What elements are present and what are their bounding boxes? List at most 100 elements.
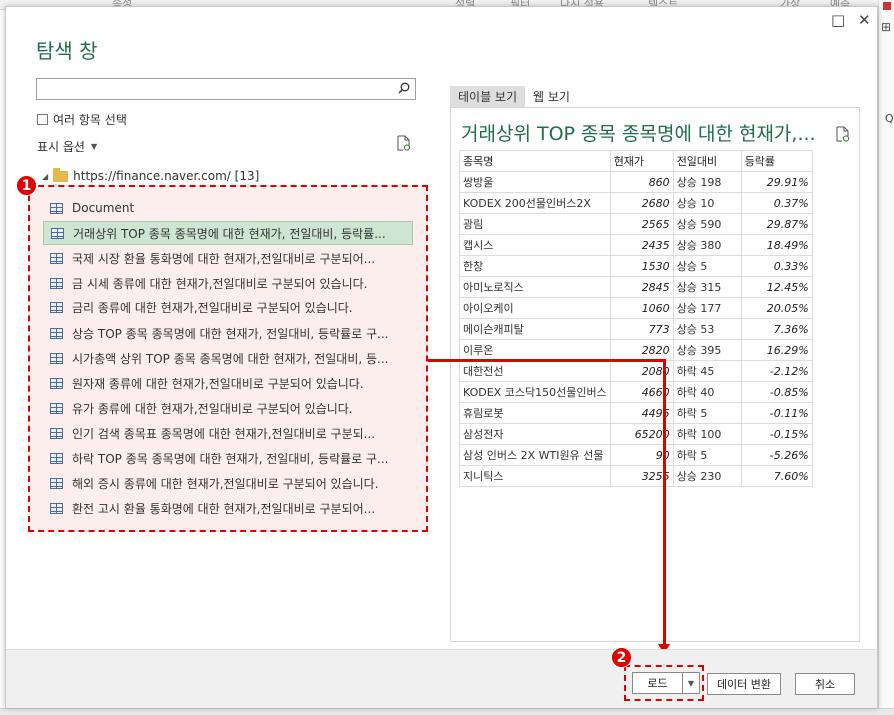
table-row: 쌍방울 860 상승 198 29.91% <box>459 171 813 193</box>
table-cell: 7.36% <box>740 318 813 340</box>
table-cell: 상승 230 <box>672 465 742 487</box>
table-cell: 29.91% <box>740 171 813 193</box>
excel-right-edge: ⊞ Q <box>878 0 894 715</box>
table-cell: 860 <box>609 171 674 193</box>
tab-table-view[interactable]: 테이블 보기 <box>450 86 526 107</box>
cancel-button[interactable]: 취소 <box>795 673 855 695</box>
maximize-button[interactable]: □ <box>831 11 845 29</box>
close-button[interactable]: ✕ <box>858 11 871 29</box>
table-cell: 하락 5 <box>672 402 742 424</box>
display-options-dropdown[interactable]: 표시 옵션 ▼ <box>37 138 97 155</box>
table-cell: 대한전선 <box>459 360 611 382</box>
table-cell: 2845 <box>609 276 674 298</box>
column-header: 현재가 <box>609 150 674 172</box>
table-cell: 2565 <box>609 213 674 235</box>
table-header-row: 종목명 현재가 전일대비 등락률 <box>459 150 813 172</box>
table-row: 이루온 2820 상승 395 16.29% <box>459 339 813 361</box>
excel-grid-icon: ⊞ <box>881 20 892 34</box>
annotation-badge-2: 2 <box>611 647 632 668</box>
tree-item-selected[interactable]: 거래상위 TOP 종목 종목명에 대한 현재가, 전일대비, 등락률... <box>43 221 413 245</box>
table-row: 대한전선 2080 하락 45 -2.12% <box>459 360 813 382</box>
load-button[interactable]: 로드 ▼ <box>632 672 700 694</box>
search-input[interactable] <box>36 78 416 100</box>
chevron-down-icon[interactable]: ▼ <box>682 673 699 693</box>
tree-root-node[interactable]: ◢ https://finance.naver.com/ [13] <box>42 167 259 183</box>
table-cell: 29.87% <box>740 213 813 235</box>
table-row: 메이슨캐피탈 773 상승 53 7.36% <box>459 318 813 340</box>
table-icon <box>50 377 63 389</box>
tree-item-label: 국제 시장 환율 통화명에 대한 현재가,전일대비로 구분되어... <box>72 251 376 266</box>
table-row: 한창 1530 상승 5 0.33% <box>459 255 813 277</box>
table-cell: 삼성전자 <box>459 423 611 445</box>
table-cell: 광림 <box>459 213 611 235</box>
tree-item-list: Document 거래상위 TOP 종목 종목명에 대한 현재가, 전일대비, … <box>28 185 428 532</box>
table-cell: -5.26% <box>740 444 813 466</box>
tree-item-label: 금 시세 종류에 대한 현재가,전일대비로 구분되어 있습니다. <box>72 276 368 291</box>
table-cell: 아이오케이 <box>459 297 611 319</box>
tree-item-label: 해외 증시 종류에 대한 현재가,전일대비로 구분되어 있습니다. <box>72 476 379 491</box>
table-cell: 지니틱스 <box>459 465 611 487</box>
tree-item[interactable]: Document <box>43 196 413 220</box>
table-cell: -2.12% <box>740 360 813 382</box>
table-cell: 0.37% <box>740 192 813 214</box>
folder-icon <box>53 167 69 182</box>
tree-item[interactable]: 국제 시장 환율 통화명에 대한 현재가,전일대비로 구분되어... <box>43 246 413 270</box>
table-row: 광림 2565 상승 590 29.87% <box>459 213 813 235</box>
excel-cell-fragment: Q <box>885 112 894 125</box>
checkbox-icon[interactable] <box>37 114 48 125</box>
table-cell: 상승 53 <box>672 318 742 340</box>
search-icon[interactable] <box>398 82 410 94</box>
display-options-label: 표시 옵션 <box>37 140 85 154</box>
refresh-icon[interactable] <box>835 126 850 142</box>
table-cell: 아미노로직스 <box>459 276 611 298</box>
table-cell: 한창 <box>459 255 611 277</box>
table-row: 지니틱스 3255 상승 230 7.60% <box>459 465 813 487</box>
refresh-icon[interactable] <box>396 135 411 151</box>
table-cell: 상승 198 <box>672 171 742 193</box>
table-icon <box>50 477 63 489</box>
tree-item-label: 거래상위 TOP 종목 종목명에 대한 현재가, 전일대비, 등락률... <box>73 226 386 241</box>
tree-item-label: Document <box>72 201 135 215</box>
table-cell: 1530 <box>609 255 674 277</box>
tree-item[interactable]: 유가 종류에 대한 현재가,전일대비로 구분되어 있습니다. <box>43 396 413 420</box>
column-header: 등락률 <box>740 150 813 172</box>
tree-item[interactable]: 상승 TOP 종목 종목명에 대한 현재가, 전일대비, 등락률로 구... <box>43 321 413 345</box>
column-header: 전일대비 <box>672 150 742 172</box>
load-button-label[interactable]: 로드 <box>633 673 682 693</box>
table-cell: 16.29% <box>740 339 813 361</box>
tab-web-view[interactable]: 웹 보기 <box>525 86 578 107</box>
table-cell: 상승 380 <box>672 234 742 256</box>
table-icon <box>50 502 63 514</box>
table-cell: -0.11% <box>740 402 813 424</box>
preview-title: 거래상위 TOP 종목 종목명에 대한 현재가,... <box>461 123 816 145</box>
table-cell: -0.15% <box>740 423 813 445</box>
table-cell: 7.60% <box>740 465 813 487</box>
transform-data-button[interactable]: 데이터 변환 <box>707 673 781 695</box>
table-cell: KODEX 200선물인버스2X <box>459 192 611 214</box>
multi-select-checkbox[interactable]: 여러 항목 선택 <box>37 111 127 128</box>
tree-item[interactable]: 시가총액 상위 TOP 종목 종목명에 대한 현재가, 전일대비, 등... <box>43 346 413 370</box>
table-row: 휴림로봇 4495 하락 5 -0.11% <box>459 402 813 424</box>
tree-item[interactable]: 해외 증시 종류에 대한 현재가,전일대비로 구분되어 있습니다. <box>43 471 413 495</box>
tree-item[interactable]: 하락 TOP 종목 종목명에 대한 현재가, 전일대비, 등락률로 구... <box>43 446 413 470</box>
table-icon <box>51 227 64 239</box>
table-cell: 이루온 <box>459 339 611 361</box>
tree-item-label: 상승 TOP 종목 종목명에 대한 현재가, 전일대비, 등락률로 구... <box>72 326 389 341</box>
tree-item[interactable]: 금리 종류에 대한 현재가,전일대비로 구분되어 있습니다. <box>43 295 413 319</box>
table-icon <box>50 352 63 364</box>
table-cell: 773 <box>609 318 674 340</box>
table-cell: 20.05% <box>740 297 813 319</box>
tree-item[interactable]: 금 시세 종류에 대한 현재가,전일대비로 구분되어 있습니다. <box>43 271 413 295</box>
table-cell: 삼성 인버스 2X WTI원유 선물 <box>459 444 611 466</box>
tree-item[interactable]: 환전 고시 환율 통화명에 대한 현재가,전일대비로 구분되어... <box>43 496 413 520</box>
column-header: 종목명 <box>459 150 611 172</box>
table-cell: KODEX 코스닥150선물인버스 <box>459 381 611 403</box>
tree-item[interactable]: 원자재 종류에 대한 현재가,전일대비로 구분되어 있습니다. <box>43 371 413 395</box>
table-icon <box>50 277 63 289</box>
expand-triangle-icon[interactable]: ◢ <box>42 172 48 181</box>
table-cell: 2680 <box>609 192 674 214</box>
table-cell: 하락 5 <box>672 444 742 466</box>
table-cell: 2820 <box>609 339 674 361</box>
tree-item-label: 인기 검색 종목표 종목명에 대한 현재가,전일대비로 구분되... <box>72 426 376 441</box>
tree-item[interactable]: 인기 검색 종목표 종목명에 대한 현재가,전일대비로 구분되... <box>43 421 413 445</box>
